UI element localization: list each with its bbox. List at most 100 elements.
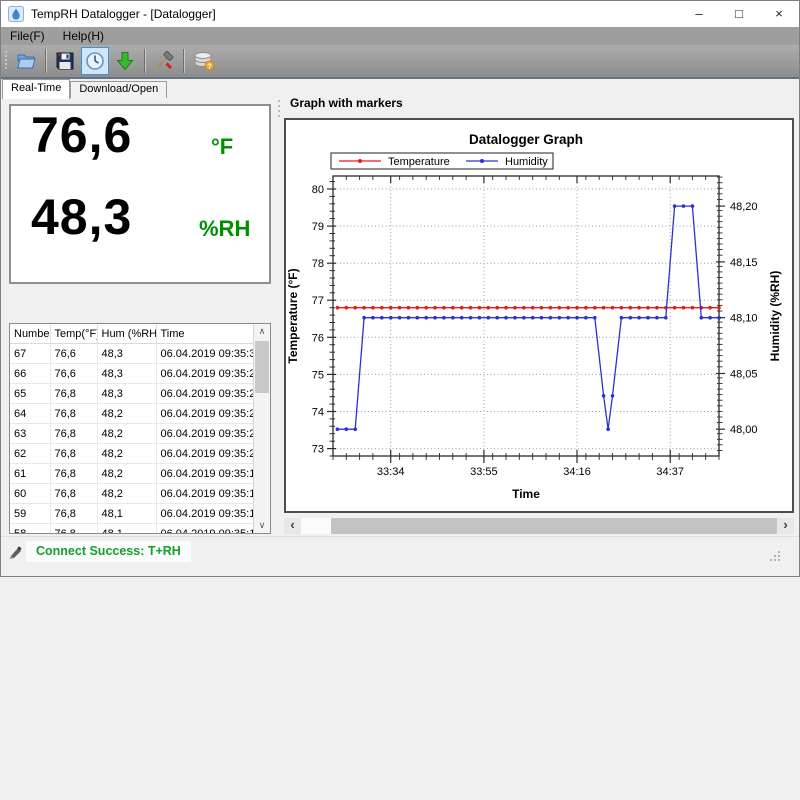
close-button[interactable]: × xyxy=(759,1,799,27)
table-cell: 48,2 xyxy=(97,404,156,424)
table-cell: 06.04.2019 09:35:31 xyxy=(156,344,253,364)
table-vertical-scrollbar[interactable]: ∧ ∨ xyxy=(253,324,270,533)
splitter-grip-icon[interactable] xyxy=(277,99,281,117)
table-row[interactable]: 6076,848,206.04.2019 09:35:16 xyxy=(10,484,253,504)
table-cell: 06.04.2019 09:35:27 xyxy=(156,384,253,404)
table-cell: 06.04.2019 09:35:12 xyxy=(156,524,253,535)
scroll-down-button[interactable]: ∨ xyxy=(254,518,270,533)
table-cell: 76,8 xyxy=(50,384,97,404)
scrollbar-track[interactable] xyxy=(301,518,777,534)
save-button[interactable] xyxy=(51,47,79,75)
chart-horizontal-scrollbar[interactable]: ‹ › xyxy=(284,518,794,534)
svg-text:80: 80 xyxy=(312,184,324,196)
datalogger-help-button[interactable]: ? xyxy=(189,47,217,75)
svg-text:33:55: 33:55 xyxy=(470,466,498,478)
scroll-right-button[interactable]: › xyxy=(777,518,794,534)
table-cell: 06.04.2019 09:35:29 xyxy=(156,364,253,384)
table-row[interactable]: 6376,848,206.04.2019 09:35:23 xyxy=(10,424,253,444)
scroll-up-button[interactable]: ∧ xyxy=(254,324,270,339)
table-row[interactable]: 5976,848,106.04.2019 09:35:14 xyxy=(10,504,253,524)
table-cell: 48,3 xyxy=(97,344,156,364)
real-time-button[interactable] xyxy=(81,47,109,75)
tools-icon xyxy=(154,51,174,71)
app-icon xyxy=(8,6,24,22)
table-cell: 76,8 xyxy=(50,424,97,444)
table-header-row: NumberTemp(°F)Hum (%RH)Time xyxy=(10,324,253,344)
open-file-button[interactable] xyxy=(12,47,40,75)
temperature-unit: °F xyxy=(211,134,233,160)
svg-text:73: 73 xyxy=(312,444,324,456)
scrollbar-thumb[interactable] xyxy=(331,518,777,534)
tab-real-time[interactable]: Real-Time xyxy=(2,79,70,99)
tab-download-open[interactable]: Download/Open xyxy=(70,81,167,98)
window-title: TempRH Datalogger - [Datalogger] xyxy=(31,7,216,21)
svg-text:48,20: 48,20 xyxy=(730,201,758,213)
svg-text:Time: Time xyxy=(512,487,540,501)
table-row[interactable]: 6676,648,306.04.2019 09:35:29 xyxy=(10,364,253,384)
table-row[interactable]: 6476,848,206.04.2019 09:35:25 xyxy=(10,404,253,424)
svg-text:78: 78 xyxy=(312,258,324,270)
table-scrollbar-thumb[interactable] xyxy=(255,341,269,393)
app-window: TempRH Datalogger - [Datalogger] – □ × F… xyxy=(0,0,800,577)
resize-grip-icon[interactable] xyxy=(768,549,781,562)
chart-container: 737475767778798048,0048,0548,1048,1548,2… xyxy=(284,118,794,513)
maximize-button[interactable]: □ xyxy=(719,1,759,27)
svg-text:Humidity (%RH): Humidity (%RH) xyxy=(768,271,782,362)
column-header[interactable]: Time xyxy=(156,324,253,344)
table-cell: 58 xyxy=(10,524,50,535)
column-header[interactable]: Number xyxy=(10,324,50,344)
minimize-button[interactable]: – xyxy=(679,1,719,27)
table-cell: 76,8 xyxy=(50,444,97,464)
toolbar-separator xyxy=(183,49,184,73)
svg-text:34:16: 34:16 xyxy=(563,466,591,478)
svg-text:79: 79 xyxy=(312,221,324,233)
humidity-value: 48,3 xyxy=(31,188,132,246)
datalogger-chart: 737475767778798048,0048,0548,1048,1548,2… xyxy=(286,120,792,511)
menu-file[interactable]: File(F) xyxy=(1,29,54,43)
table-cell: 76,8 xyxy=(50,484,97,504)
scroll-left-button[interactable]: ‹ xyxy=(284,518,301,534)
table-cell: 76,8 xyxy=(50,404,97,424)
table-row[interactable]: 5876,848,106.04.2019 09:35:12 xyxy=(10,524,253,535)
svg-text:74: 74 xyxy=(312,407,324,419)
svg-text:75: 75 xyxy=(312,369,324,381)
table-cell: 76,8 xyxy=(50,464,97,484)
table-row[interactable]: 6576,848,306.04.2019 09:35:27 xyxy=(10,384,253,404)
table-cell: 61 xyxy=(10,464,50,484)
folder-open-icon xyxy=(16,51,36,71)
table-row[interactable]: 6776,648,306.04.2019 09:35:31 xyxy=(10,344,253,364)
column-header[interactable]: Temp(°F) xyxy=(50,324,97,344)
table-cell: 76,6 xyxy=(50,364,97,384)
table-cell: 48,2 xyxy=(97,444,156,464)
table-row[interactable]: 6276,848,206.04.2019 09:35:21 xyxy=(10,444,253,464)
table-row[interactable]: 6176,848,206.04.2019 09:35:18 xyxy=(10,464,253,484)
download-arrow-icon xyxy=(115,51,135,71)
floppy-disk-icon xyxy=(55,51,75,71)
svg-text:Humidity: Humidity xyxy=(505,156,548,168)
menu-help[interactable]: Help(H) xyxy=(54,29,113,43)
svg-text:48,15: 48,15 xyxy=(730,257,758,269)
table-cell: 06.04.2019 09:35:14 xyxy=(156,504,253,524)
table-cell: 65 xyxy=(10,384,50,404)
table-cell: 48,3 xyxy=(97,384,156,404)
settings-button[interactable] xyxy=(150,47,178,75)
table-cell: 06.04.2019 09:35:21 xyxy=(156,444,253,464)
table-cell: 66 xyxy=(10,364,50,384)
toolbar-separator xyxy=(144,49,145,73)
svg-text:Datalogger Graph: Datalogger Graph xyxy=(469,132,583,147)
svg-text:Temperature: Temperature xyxy=(388,156,450,168)
table-cell: 48,1 xyxy=(97,504,156,524)
table-cell: 64 xyxy=(10,404,50,424)
table-cell: 06.04.2019 09:35:23 xyxy=(156,424,253,444)
table-cell: 06.04.2019 09:35:25 xyxy=(156,404,253,424)
graph-heading: Graph with markers xyxy=(290,96,403,110)
status-bar: Connect Success: T+RH xyxy=(1,536,799,577)
table-cell: 67 xyxy=(10,344,50,364)
table-cell: 76,8 xyxy=(50,524,97,535)
download-button[interactable] xyxy=(111,47,139,75)
tab-strip: Real-Time Download/Open xyxy=(1,79,799,97)
table-cell: 63 xyxy=(10,424,50,444)
table-cell: 60 xyxy=(10,484,50,504)
svg-text:76: 76 xyxy=(312,332,324,344)
column-header[interactable]: Hum (%RH) xyxy=(97,324,156,344)
